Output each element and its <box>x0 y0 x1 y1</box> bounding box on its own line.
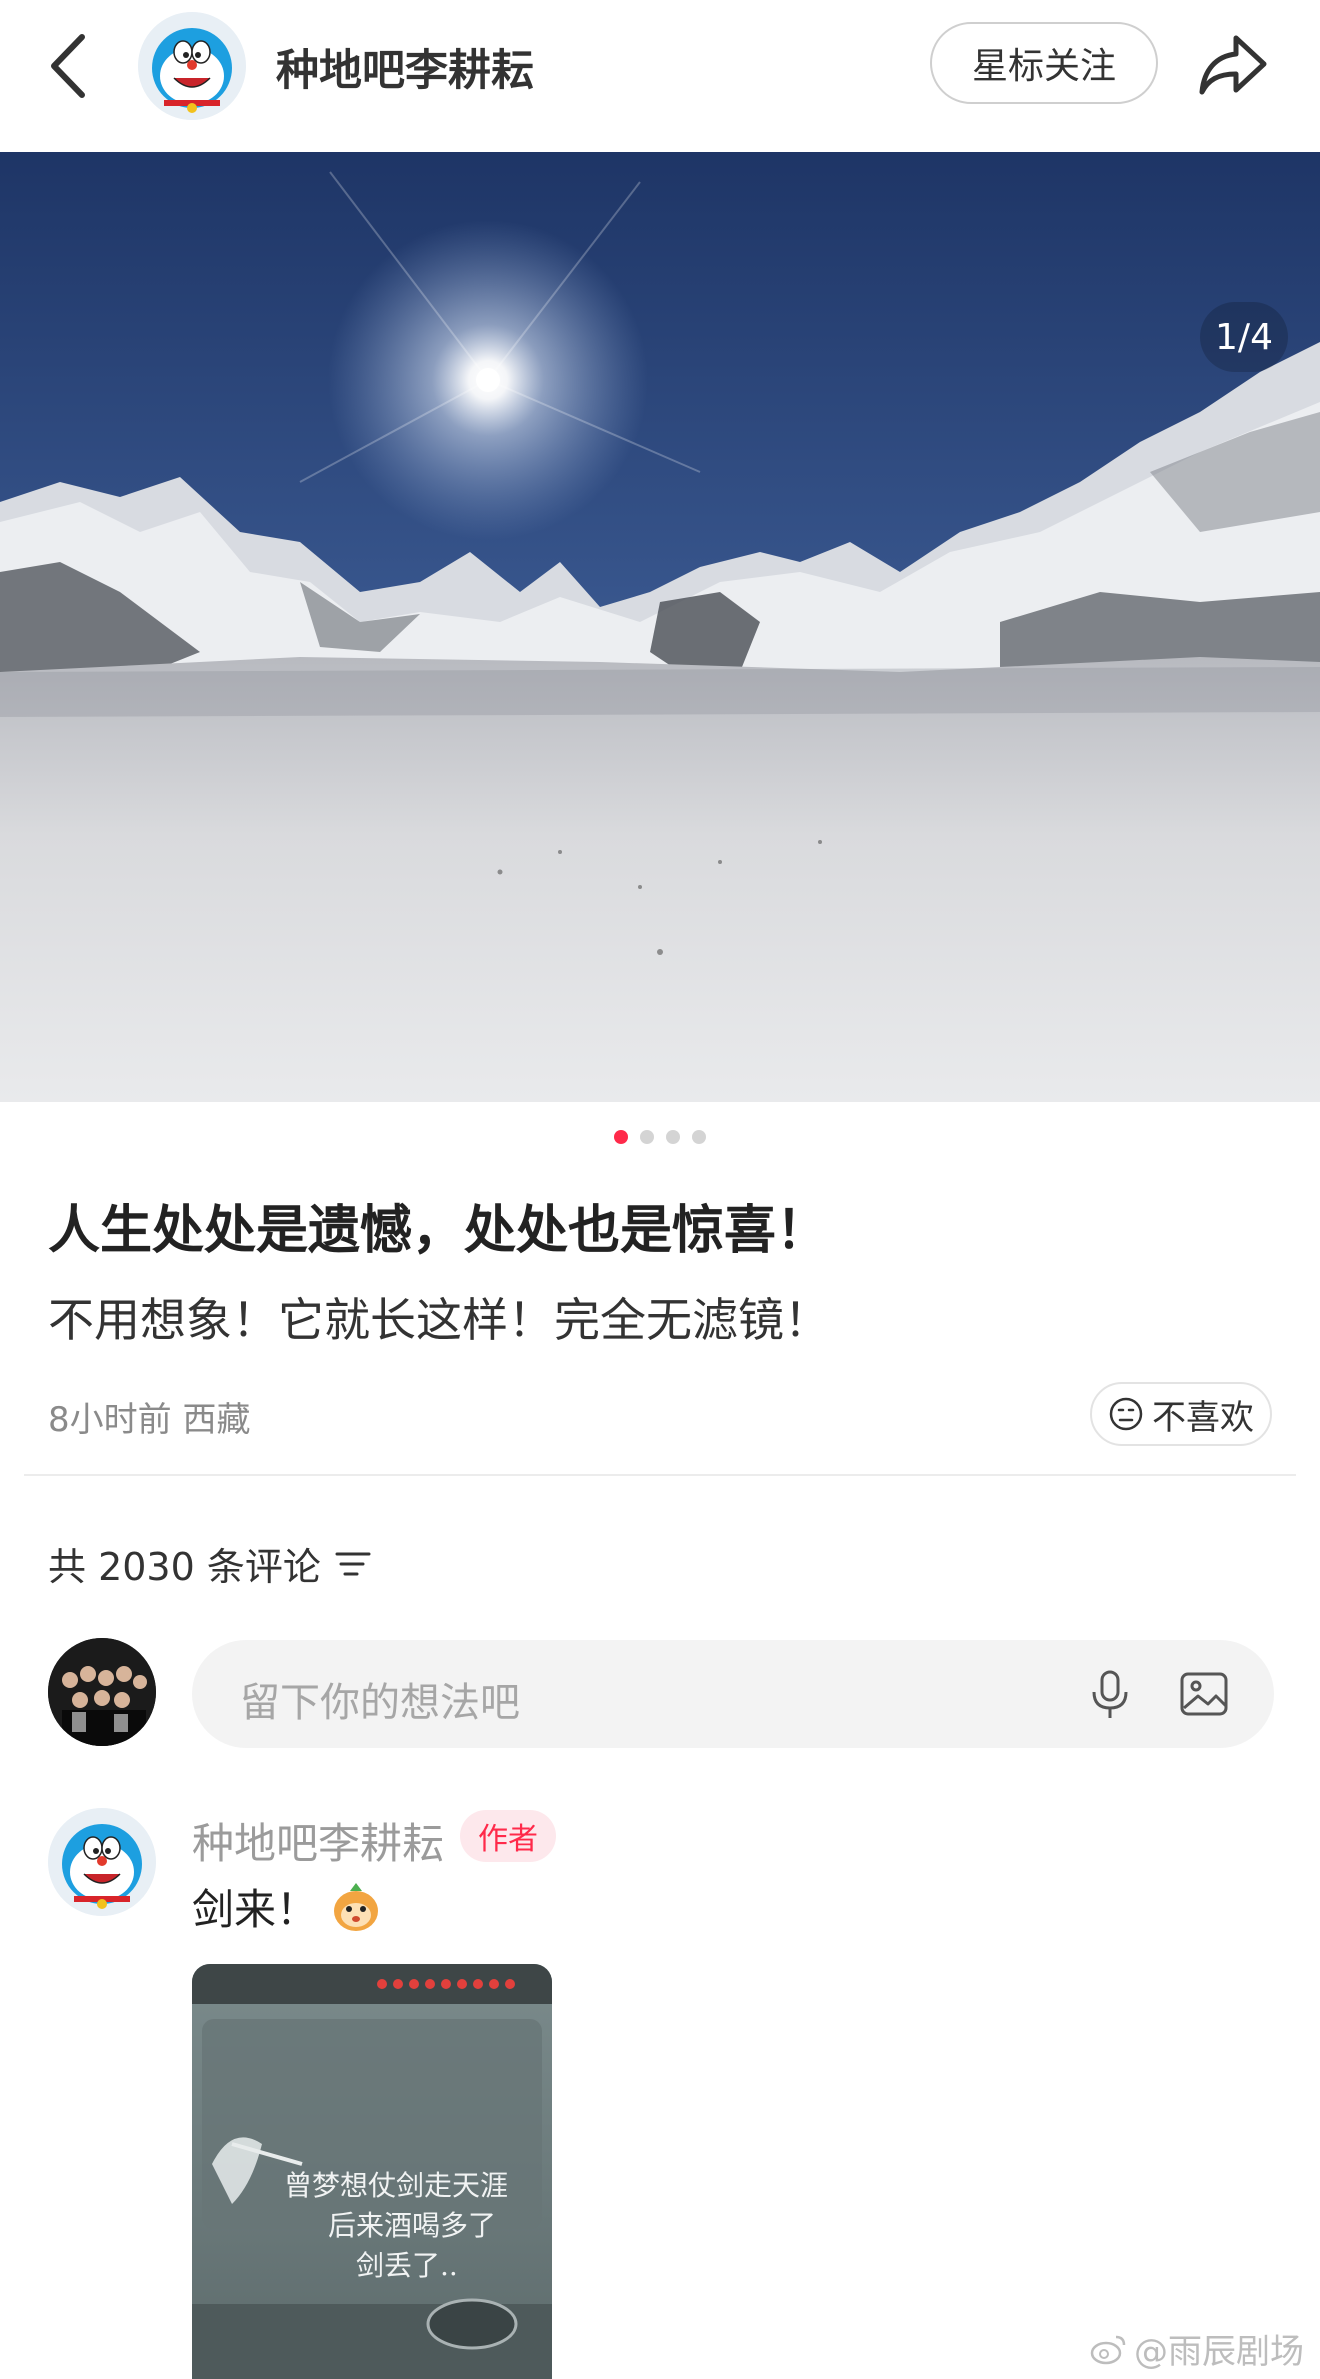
comment-image-caption: 曾梦想仗剑走天涯 后来酒喝多了 剑丢了.. <box>192 1964 552 2379</box>
dislike-label: 不喜欢 <box>1152 1397 1254 1438</box>
post-meta: 8小时前 西藏 <box>48 1400 251 1440</box>
weibo-icon <box>1090 2335 1126 2364</box>
mic-icon[interactable] <box>1082 1666 1138 1722</box>
comment-text: 剑来！ <box>192 1876 384 1937</box>
comment-input-placeholder: 留下你的想法吧 <box>240 1680 520 1726</box>
back-button[interactable] <box>48 28 98 104</box>
watermark: @雨辰剧场 <box>1090 2324 1304 2373</box>
dislike-face-icon <box>1109 1397 1143 1431</box>
carousel-indicator <box>0 1130 1320 1150</box>
group-photo-avatar-icon <box>48 1638 156 1746</box>
image-text-line-1: 曾梦想仗剑走天涯 <box>284 2169 509 2202</box>
current-user-avatar[interactable] <box>48 1638 156 1746</box>
image-icon[interactable] <box>1176 1666 1232 1722</box>
star-follow-button[interactable]: 星标关注 <box>930 22 1158 104</box>
cartoon-emoji-icon <box>334 1882 379 1931</box>
snow-mountain-photo <box>0 152 1320 1102</box>
image-text-line-3: 剑丢了.. <box>356 2249 458 2282</box>
carousel-dot-2[interactable] <box>640 1130 654 1144</box>
doraemon-avatar-icon <box>48 1808 156 1916</box>
back-arrow-icon <box>51 34 85 98</box>
comment-input[interactable]: 留下你的想法吧 <box>192 1640 1274 1748</box>
author-avatar[interactable] <box>138 12 246 120</box>
sort-icon[interactable] <box>335 1549 371 1579</box>
watermark-text: @雨辰剧场 <box>1134 2332 1304 2372</box>
post-image-carousel[interactable]: 1/4 <box>0 152 1320 1102</box>
comment-count-label: 共 2030 条评论 <box>48 1545 321 1589</box>
share-button[interactable] <box>1196 30 1270 100</box>
share-icon <box>1199 35 1267 95</box>
post-title: 人生处处是遗憾，处处也是惊喜！ <box>48 1201 829 1261</box>
comment-image[interactable]: 曾梦想仗剑走天涯 后来酒喝多了 剑丢了.. <box>192 1964 552 2379</box>
doraemon-avatar-icon <box>138 12 246 120</box>
comment-author-name[interactable]: 种地吧李耕耘 <box>192 1810 444 1871</box>
carousel-dot-4[interactable] <box>692 1130 706 1144</box>
carousel-dot-1[interactable] <box>614 1130 628 1144</box>
comment-text-content: 剑来！ <box>192 1885 319 1934</box>
dislike-button[interactable]: 不喜欢 <box>1090 1382 1272 1446</box>
author-badge: 作者 <box>460 1810 556 1862</box>
top-bar: 种地吧李耕耘 星标关注 <box>0 0 1320 152</box>
author-name[interactable]: 种地吧李耕耘 <box>276 36 534 98</box>
carousel-dot-3[interactable] <box>666 1130 680 1144</box>
image-text-line-2: 后来酒喝多了 <box>328 2209 497 2242</box>
divider <box>24 1474 1296 1476</box>
comment-count-header[interactable]: 共 2030 条评论 <box>48 1536 371 1591</box>
post-body: 不用想象！它就长这样！完全无滤镜！ <box>48 1293 830 1347</box>
image-page-counter: 1/4 <box>1200 302 1288 372</box>
comment-author-avatar[interactable] <box>48 1808 156 1916</box>
